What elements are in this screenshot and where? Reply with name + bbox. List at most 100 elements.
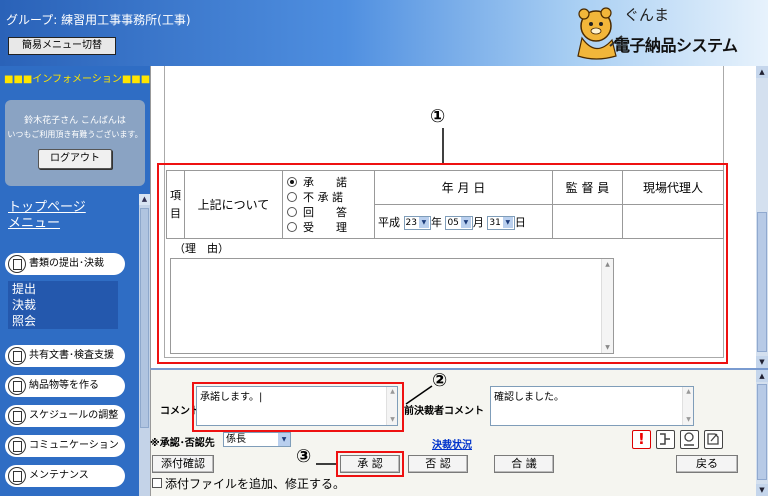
information-heading: ■■■インフォメーション■■■ bbox=[4, 74, 150, 85]
mail-icon bbox=[8, 437, 26, 455]
nav-document-submit-approve[interactable]: 書類の提出･決裁 bbox=[5, 253, 125, 275]
nav-label: コミュニケーション bbox=[29, 440, 119, 451]
month-select[interactable]: 05 ▼ bbox=[445, 215, 473, 230]
logo-kana: ぐんま bbox=[624, 6, 670, 24]
welcome-box: 鈴木花子さん こんばんは いつもご利用頂き有難うございます。 ログアウト bbox=[5, 100, 145, 186]
top-page-menu-link[interactable]: トップページ メニュー bbox=[8, 200, 86, 232]
sidebar-scrollbar[interactable]: ▲ bbox=[139, 194, 150, 496]
radio-approve[interactable] bbox=[287, 177, 297, 187]
scroll-up-icon[interactable]: ▲ bbox=[139, 194, 150, 205]
chevron-down-icon: ▼ bbox=[460, 216, 471, 228]
callout-2: ② bbox=[432, 370, 448, 391]
scroll-thumb[interactable] bbox=[757, 212, 767, 352]
textarea-scrollbar[interactable]: ▲ ▼ bbox=[601, 259, 613, 353]
option-answer[interactable]: 回 答 bbox=[287, 205, 370, 220]
approve-highlight bbox=[336, 451, 404, 477]
day-select[interactable]: 31 ▼ bbox=[487, 215, 515, 230]
sub-item-inquiry[interactable]: 照会 bbox=[8, 313, 118, 329]
sub-item-submit[interactable]: 提出 bbox=[8, 281, 118, 297]
scroll-thumb[interactable] bbox=[757, 384, 767, 480]
system-logo: ぐんま 電子納品システム bbox=[572, 4, 756, 62]
action-scrollbar[interactable]: ▲ ▼ bbox=[756, 370, 768, 496]
flow-icon[interactable] bbox=[656, 430, 675, 449]
scroll-up-icon[interactable]: ▲ bbox=[683, 387, 694, 397]
nav-create-deliverables[interactable]: 納品物等を作る bbox=[5, 375, 125, 397]
simple-menu-switch-button[interactable]: 簡易メニュー切替 bbox=[8, 37, 116, 55]
scroll-up-icon[interactable]: ▲ bbox=[756, 66, 768, 78]
approver-select[interactable]: 係長 ▼ bbox=[223, 432, 291, 447]
nav-shared-docs[interactable]: 共有文書･検査支援 bbox=[5, 345, 125, 367]
day-value: 31 bbox=[489, 217, 501, 228]
approver-value: 係長 bbox=[226, 434, 246, 445]
comment-highlight bbox=[192, 382, 404, 432]
top-menu-line1: トップページ bbox=[8, 200, 86, 215]
group-label: グループ: 練習用工事事務所(工事) bbox=[6, 13, 191, 27]
consult-button[interactable]: 合 議 bbox=[494, 455, 554, 473]
nav-label: 納品物等を作る bbox=[29, 380, 99, 391]
add-attachment-checkbox[interactable] bbox=[152, 478, 162, 488]
date-inputs: 平成 23 ▼ 年 05 ▼ 月 31 ▼ 日 bbox=[374, 204, 553, 239]
site-agent-header: 現場代理人 bbox=[622, 170, 724, 205]
approval-status-link[interactable]: 決裁状況 bbox=[432, 436, 472, 451]
scroll-up-icon[interactable]: ▲ bbox=[756, 370, 768, 382]
logo-main-text: 電子納品システム bbox=[614, 36, 738, 55]
previous-approver-comment-label: 前決裁者コメント bbox=[404, 406, 484, 417]
month-unit: 月 bbox=[472, 215, 484, 229]
back-button[interactable]: 戻る bbox=[676, 455, 738, 473]
nav-label: メンテナンス bbox=[29, 470, 89, 481]
approval-table: 項 目 上記について 承 諾 不 承 諾 回 答 受 理 年 月 日 監 督 員… bbox=[166, 170, 724, 239]
callout-1-pointer bbox=[442, 128, 444, 164]
scroll-up-icon[interactable]: ▲ bbox=[602, 259, 613, 270]
wrench-icon bbox=[8, 467, 26, 485]
item-label: 項 目 bbox=[166, 170, 185, 239]
option-label: 不 承 諾 bbox=[303, 191, 343, 204]
stamp-glyph bbox=[684, 432, 694, 446]
document-edit-icon[interactable] bbox=[704, 430, 723, 449]
nav-label: 書類の提出･決裁 bbox=[29, 258, 104, 269]
nav-communication[interactable]: コミュニケーション bbox=[5, 435, 125, 457]
date-header: 年 月 日 bbox=[374, 170, 553, 205]
shared-document-icon bbox=[8, 347, 26, 365]
option-receive[interactable]: 受 理 bbox=[287, 220, 370, 235]
approver-label: ※承認･否認先 bbox=[150, 438, 215, 449]
nav-label: スケジュールの調整 bbox=[29, 410, 119, 421]
year-select[interactable]: 23 ▼ bbox=[403, 215, 431, 230]
reason-label: （理 由） bbox=[174, 242, 229, 255]
decision-options: 承 諾 不 承 諾 回 答 受 理 bbox=[282, 170, 375, 239]
stamp-icon[interactable] bbox=[680, 430, 699, 449]
radio-answer[interactable] bbox=[287, 207, 297, 217]
scroll-down-icon[interactable]: ▼ bbox=[756, 356, 768, 368]
option-label: 承 諾 bbox=[303, 176, 347, 189]
callout-3-pointer bbox=[316, 463, 336, 465]
warning-icon[interactable] bbox=[632, 430, 651, 449]
sub-item-approve[interactable]: 決裁 bbox=[8, 297, 118, 313]
textarea-scrollbar[interactable]: ▲ ▼ bbox=[682, 387, 693, 425]
option-label: 回 答 bbox=[303, 206, 347, 219]
logout-button[interactable]: ログアウト bbox=[38, 149, 112, 169]
previous-approver-comment: 確認しました。 ▲ ▼ bbox=[490, 386, 694, 426]
scroll-thumb[interactable] bbox=[140, 208, 149, 428]
top-menu-line2: メニュー bbox=[8, 216, 61, 231]
nav-schedule[interactable]: スケジュールの調整 bbox=[5, 405, 125, 427]
reject-button[interactable]: 否 認 bbox=[408, 455, 468, 473]
scroll-down-icon[interactable]: ▼ bbox=[756, 484, 768, 496]
radio-receive[interactable] bbox=[287, 222, 297, 232]
attachment-confirm-button[interactable]: 添付確認 bbox=[152, 455, 214, 473]
chevron-down-icon: ▼ bbox=[418, 216, 429, 228]
item-label-top: 項 bbox=[170, 188, 181, 202]
add-attachment-label: 添付ファイルを追加、修正する。 bbox=[165, 477, 346, 491]
nav-maintenance[interactable]: メンテナンス bbox=[5, 465, 125, 487]
previous-comment-value: 確認しました。 bbox=[494, 392, 564, 403]
option-disapprove[interactable]: 不 承 諾 bbox=[287, 190, 370, 205]
scroll-down-icon[interactable]: ▼ bbox=[683, 415, 694, 425]
main-scrollbar[interactable]: ▲ ▼ bbox=[756, 66, 768, 368]
scroll-down-icon[interactable]: ▼ bbox=[602, 342, 613, 353]
sidebar: ■■■インフォメーション■■■ 鈴木花子さん こんばんは いつもご利用頂き有難う… bbox=[0, 66, 150, 496]
chevron-down-icon: ▼ bbox=[278, 433, 290, 446]
option-approve[interactable]: 承 諾 bbox=[287, 175, 370, 190]
deliverable-icon bbox=[8, 377, 26, 395]
supervisor-header: 監 督 員 bbox=[552, 170, 623, 205]
reason-textarea[interactable]: ▲ ▼ bbox=[170, 258, 614, 354]
radio-disapprove[interactable] bbox=[287, 192, 297, 202]
month-value: 05 bbox=[447, 217, 459, 228]
